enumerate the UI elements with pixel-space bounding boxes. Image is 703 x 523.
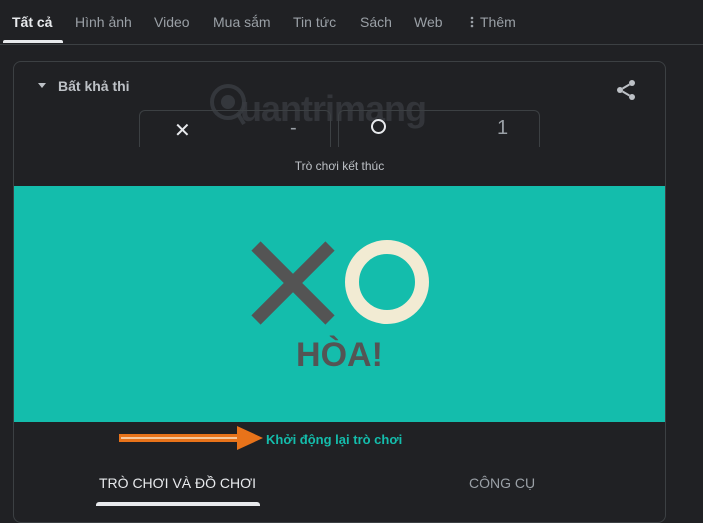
tic-tac-toe-card: Bất khả thi uantrimang ✕ - 1 Trò chơi kế…: [13, 61, 666, 523]
arrow-annotation-icon: [119, 426, 263, 450]
score-o-panel: 1: [338, 110, 540, 147]
score-x-panel: ✕ -: [139, 110, 331, 147]
result-text: HÒA!: [296, 336, 383, 374]
tab-images[interactable]: Hình ảnh: [75, 14, 132, 30]
tab-tools[interactable]: CÔNG CỤ: [469, 475, 535, 491]
score-x-value: -: [290, 117, 297, 139]
x-mark-icon: ✕: [174, 120, 191, 142]
search-tabs: Tất cả Hình ảnh Video Mua sắm Tin tức Sá…: [0, 0, 703, 45]
tab-news[interactable]: Tin tức: [293, 14, 336, 30]
tab-more-label: Thêm: [480, 14, 516, 30]
difficulty-dropdown[interactable]: Bất khả thi: [58, 78, 130, 94]
tab-books[interactable]: Sách: [360, 14, 392, 30]
score-o-value: 1: [497, 117, 509, 139]
active-tab-indicator: [3, 40, 63, 43]
share-icon[interactable]: [614, 78, 638, 102]
tab-all[interactable]: Tất cả: [12, 14, 52, 30]
restart-game-link[interactable]: Khởi động lại trò chơi: [266, 432, 402, 447]
tab-games-and-toys[interactable]: TRÒ CHƠI VÀ ĐỒ CHƠI: [99, 475, 256, 491]
x-o-result-graphic: [251, 240, 429, 325]
x-mark-icon: [251, 241, 335, 325]
tab-video[interactable]: Video: [154, 14, 190, 30]
game-board[interactable]: HÒA!: [14, 186, 665, 422]
tab-web[interactable]: Web: [414, 14, 443, 30]
active-bottom-tab-indicator: [96, 502, 260, 506]
tab-shopping[interactable]: Mua sắm: [213, 14, 271, 30]
o-mark-icon: [345, 240, 429, 324]
tab-more[interactable]: Thêm: [470, 14, 516, 30]
caret-down-icon[interactable]: [38, 83, 46, 88]
vertical-dots-icon: [470, 16, 474, 28]
game-status: Trò chơi kết thúc: [294, 159, 385, 173]
o-mark-icon: [371, 119, 386, 134]
